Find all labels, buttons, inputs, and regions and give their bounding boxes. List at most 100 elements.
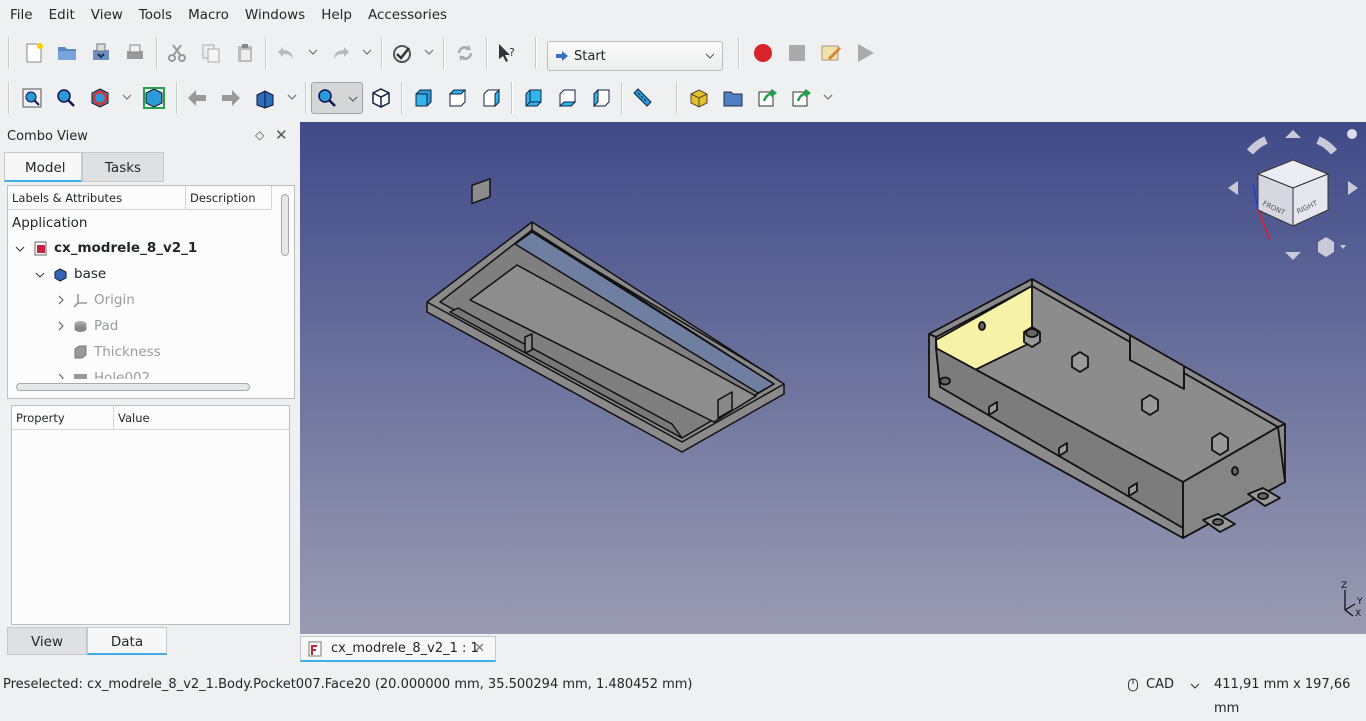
copy-icon[interactable] bbox=[197, 39, 225, 67]
combo-view: Combo View ◇ ✕ Model Tasks Labels & Attr… bbox=[2, 124, 295, 662]
chevron-down-icon[interactable] bbox=[362, 47, 372, 57]
right-view-icon[interactable] bbox=[477, 84, 505, 112]
chevron-down-icon[interactable] bbox=[1189, 681, 1201, 691]
tab-model[interactable]: Model bbox=[4, 152, 82, 182]
axis-x-label: X bbox=[1355, 609, 1361, 619]
left-view-icon[interactable] bbox=[587, 84, 615, 112]
chevron-down-icon[interactable] bbox=[287, 92, 297, 102]
toolbar-view bbox=[0, 78, 1366, 118]
navigation-cube bbox=[1228, 129, 1358, 260]
stop-macro-icon[interactable] bbox=[783, 39, 811, 67]
group-icon[interactable] bbox=[719, 84, 747, 112]
cut-icon[interactable] bbox=[163, 39, 191, 67]
chevron-down-icon[interactable] bbox=[424, 47, 434, 57]
undo-icon[interactable] bbox=[272, 39, 300, 67]
tab-view[interactable]: View bbox=[7, 627, 87, 655]
pad-icon bbox=[74, 321, 87, 332]
tree-item-label: cx_modrele_8_v2_1 bbox=[54, 240, 198, 256]
link-actions-icon[interactable] bbox=[787, 84, 815, 112]
tree-item-origin[interactable]: Origin bbox=[8, 287, 268, 313]
front-view-icon[interactable] bbox=[409, 84, 437, 112]
tree-item-hole[interactable]: Hole002 bbox=[8, 365, 268, 379]
new-file-icon[interactable] bbox=[20, 39, 48, 67]
thickness-icon bbox=[74, 345, 87, 359]
arrow-right-icon bbox=[556, 51, 568, 61]
mouse-icon[interactable] bbox=[1127, 678, 1139, 692]
body-icon bbox=[54, 268, 67, 282]
std-view-dropdown[interactable] bbox=[311, 82, 363, 114]
menu-help[interactable]: Help bbox=[313, 0, 360, 30]
chevron-right-icon[interactable] bbox=[56, 373, 66, 379]
tree-header-labels[interactable]: Labels & Attributes bbox=[8, 186, 186, 210]
tab-data[interactable]: Data bbox=[87, 627, 167, 655]
menu-file[interactable]: File bbox=[2, 0, 41, 30]
tree-item-base[interactable]: base bbox=[8, 261, 268, 287]
link-icon[interactable] bbox=[753, 84, 781, 112]
edit-macro-icon[interactable] bbox=[817, 39, 845, 67]
menubar: File Edit View Tools Macro Windows Help … bbox=[0, 0, 1366, 30]
model-canvas[interactable]: FRONT RIGHT Z Y X bbox=[300, 122, 1366, 634]
3d-view[interactable]: FRONT RIGHT Z Y X bbox=[300, 122, 1366, 634]
menu-tools[interactable]: Tools bbox=[131, 0, 180, 30]
tree-horizontal-scrollbar[interactable] bbox=[16, 383, 250, 391]
tree-item-label: Hole002 bbox=[94, 370, 151, 379]
prop-header-value[interactable]: Value bbox=[114, 406, 289, 430]
tree-item-pad[interactable]: Pad bbox=[8, 313, 268, 339]
document-icon bbox=[34, 241, 47, 256]
paste-icon[interactable] bbox=[231, 39, 259, 67]
rear-view-icon[interactable] bbox=[519, 84, 547, 112]
chevron-down-icon[interactable] bbox=[35, 270, 45, 280]
close-icon[interactable]: ✕ bbox=[474, 641, 485, 656]
base-part bbox=[928, 278, 1286, 539]
isometric-icon[interactable] bbox=[367, 84, 395, 112]
part-icon[interactable] bbox=[685, 84, 713, 112]
chevron-down-icon[interactable] bbox=[15, 244, 25, 254]
chevron-right-icon[interactable] bbox=[56, 321, 66, 331]
forward-arrow-icon[interactable] bbox=[217, 84, 245, 112]
redo-icon[interactable] bbox=[327, 39, 355, 67]
fit-all-icon[interactable] bbox=[18, 84, 46, 112]
tree-item-document[interactable]: cx_modrele_8_v2_1 bbox=[8, 235, 268, 261]
record-macro-icon[interactable] bbox=[749, 39, 777, 67]
bottom-view-icon[interactable] bbox=[553, 84, 581, 112]
measure-icon[interactable] bbox=[628, 84, 656, 112]
navigation-style[interactable]: CAD bbox=[1146, 673, 1174, 697]
back-arrow-icon[interactable] bbox=[183, 84, 211, 112]
whats-this-icon[interactable]: ? bbox=[493, 39, 521, 67]
tree-item-application[interactable]: Application bbox=[12, 210, 87, 236]
draw-style-icon[interactable] bbox=[86, 84, 114, 112]
model-tree-panel: Labels & Attributes Description Applicat… bbox=[7, 185, 295, 399]
document-tab[interactable]: cx_modrele_8_v2_1 : 1 ✕ bbox=[300, 636, 496, 662]
sync-view-icon[interactable] bbox=[251, 84, 279, 112]
tree-header-description[interactable]: Description bbox=[186, 186, 272, 210]
save-icon[interactable] bbox=[87, 39, 115, 67]
menu-windows[interactable]: Windows bbox=[237, 0, 313, 30]
tree-item-thickness[interactable]: Thickness bbox=[8, 339, 268, 365]
menu-view[interactable]: View bbox=[83, 0, 131, 30]
menu-macro[interactable]: Macro bbox=[180, 0, 237, 30]
tree-vertical-scrollbar[interactable] bbox=[281, 194, 289, 256]
hole-icon bbox=[74, 374, 87, 379]
fit-selection-icon[interactable] bbox=[52, 84, 80, 112]
chevron-down-icon[interactable] bbox=[308, 47, 318, 57]
std-view-icon bbox=[318, 89, 336, 107]
open-folder-icon[interactable] bbox=[53, 39, 81, 67]
chevron-down-icon[interactable] bbox=[823, 92, 833, 102]
tab-tasks[interactable]: Tasks bbox=[82, 152, 164, 182]
run-macro-icon[interactable] bbox=[851, 39, 879, 67]
close-icon[interactable]: ✕ bbox=[275, 126, 288, 144]
prop-header-property[interactable]: Property bbox=[12, 406, 114, 430]
svg-text:?: ? bbox=[509, 46, 515, 59]
workbench-select[interactable]: Start bbox=[547, 41, 723, 71]
chevron-down-icon[interactable] bbox=[122, 92, 132, 102]
menu-accessories[interactable]: Accessories bbox=[360, 0, 455, 30]
float-icon[interactable]: ◇ bbox=[255, 128, 264, 142]
top-view-icon[interactable] bbox=[443, 84, 471, 112]
chevron-right-icon[interactable] bbox=[56, 295, 66, 305]
bounding-box-icon[interactable] bbox=[140, 84, 168, 112]
menu-edit[interactable]: Edit bbox=[41, 0, 83, 30]
print-icon[interactable] bbox=[121, 39, 149, 67]
chevron-down-icon bbox=[348, 96, 358, 102]
check-icon[interactable] bbox=[388, 39, 416, 67]
refresh-icon[interactable] bbox=[451, 39, 479, 67]
